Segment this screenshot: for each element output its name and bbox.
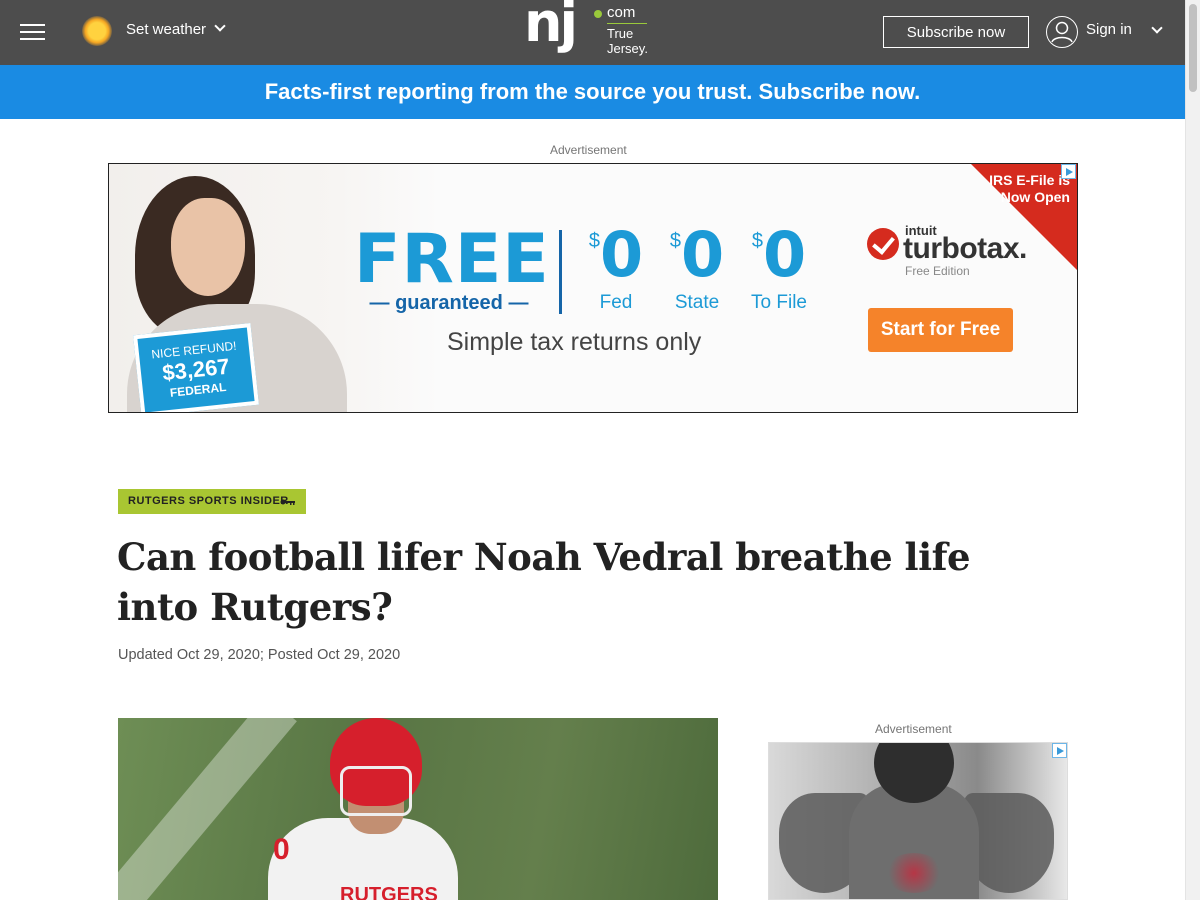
logo-tagline: True Jersey. [607, 26, 648, 56]
hero-jersey-text: RUTGERS [340, 884, 438, 900]
page-scrollbar[interactable] [1185, 0, 1200, 900]
ad-subline: Simple tax returns only [447, 328, 702, 356]
brand-edition: Free Edition [905, 264, 970, 278]
ad-photo-glow [884, 853, 944, 893]
scrollbar-thumb[interactable] [1189, 4, 1197, 92]
logo-nj-mark: nj [524, 0, 578, 54]
ad-divider [559, 230, 562, 314]
checkmark-icon [867, 228, 899, 260]
logo-dot [594, 10, 602, 18]
offer-amount: 0 [680, 218, 725, 291]
logo-rule [607, 23, 647, 24]
start-for-free-button[interactable]: Start for Free [868, 308, 1013, 352]
side-adchoices-icon[interactable] [1052, 743, 1067, 758]
signin-chevron-down-icon[interactable] [1151, 22, 1163, 34]
hero-jersey-number: 0 [273, 833, 290, 866]
offer-currency: $ [588, 230, 600, 252]
article-timestamp: Updated Oct 29, 2020; Posted Oct 29, 202… [118, 647, 401, 663]
ad-guaranteed: — guaranteed — [369, 292, 529, 314]
key-icon [280, 499, 295, 505]
offer-amount: 0 [762, 218, 807, 291]
offer-amount: 0 [599, 218, 644, 291]
adchoices-icon[interactable] [1061, 164, 1076, 179]
ad-model-face [171, 198, 245, 296]
advertisement-label: Advertisement [550, 143, 627, 157]
offer-currency: $ [669, 230, 681, 252]
side-advertisement-label: Advertisement [875, 722, 952, 736]
top-nav: Set weather nj com True Jersey. Subscrib… [0, 0, 1185, 65]
refund-sign: NICE REFUND! $3,267 FEDERAL [133, 323, 259, 412]
user-avatar-icon[interactable] [1046, 16, 1078, 48]
menu-icon[interactable] [20, 24, 45, 42]
offer-state: $0 State [662, 224, 732, 314]
subscribe-button[interactable]: Subscribe now [883, 16, 1029, 48]
kicker-label: RUTGERS SPORTS INSIDER [128, 495, 289, 507]
corner-ribbon-text: IRS E-File is Now Open [989, 172, 1070, 205]
subscribe-promo-banner[interactable]: Facts-first reporting from the source yo… [0, 65, 1185, 119]
turbotax-ad[interactable]: NICE REFUND! $3,267 FEDERAL FREE — guara… [108, 163, 1078, 413]
offer-fed: $0 Fed [581, 224, 651, 314]
weather-label: Set weather [126, 21, 207, 38]
sign-in-button[interactable]: Sign in [1086, 21, 1132, 38]
side-ad[interactable] [768, 742, 1068, 900]
ad-free-headline: FREE [354, 220, 550, 299]
offer-label: State [674, 292, 720, 313]
chevron-down-icon [214, 20, 226, 32]
offer-label: To File [751, 292, 807, 313]
article-hero-image[interactable]: 0 RUTGERS [118, 718, 718, 900]
logo-com-text: com [607, 4, 636, 21]
offer-label: Fed [599, 292, 633, 313]
sun-weather-icon[interactable] [82, 16, 112, 46]
section-kicker[interactable]: RUTGERS SPORTS INSIDER [118, 489, 306, 514]
hero-facemask [340, 766, 412, 816]
page: Set weather nj com True Jersey. Subscrib… [0, 0, 1200, 900]
site-logo[interactable]: nj com True Jersey. [524, 0, 664, 60]
article-headline: Can football lifer Noah Vedral breathe l… [117, 535, 971, 629]
offer-currency: $ [751, 230, 763, 252]
set-weather-button[interactable]: Set weather [126, 20, 226, 38]
offer-to-file: $0 To File [744, 224, 814, 314]
